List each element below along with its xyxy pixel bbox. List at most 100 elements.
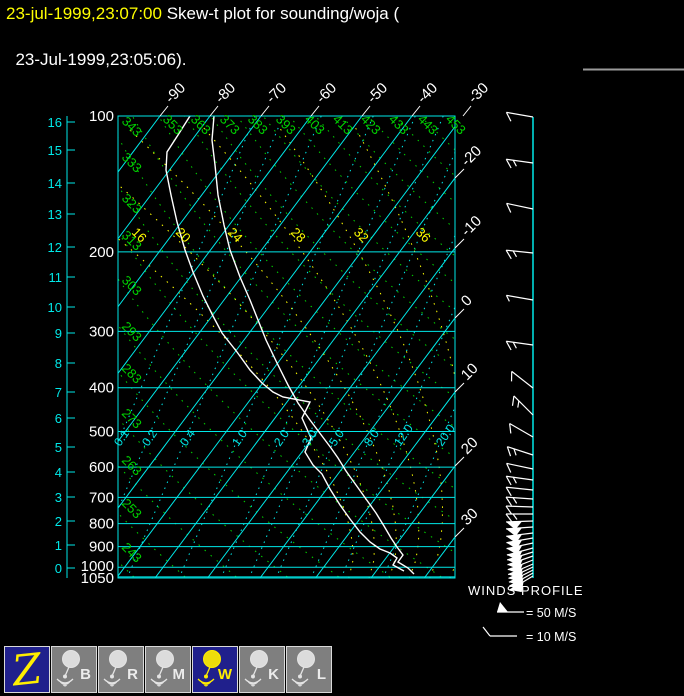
dry-adiabat-label: 403 xyxy=(302,112,328,138)
isotherm-top-label: -60 xyxy=(313,79,340,106)
dry-adiabat-line xyxy=(263,116,684,577)
dry-adiabat-label: 283 xyxy=(119,361,145,387)
isotherm-line xyxy=(260,116,607,578)
pressure-label: 1050 xyxy=(81,570,114,587)
dry-adiabat-label: 253 xyxy=(119,496,145,522)
dry-adiabat-label: 423 xyxy=(358,112,384,138)
toolbar-button-w[interactable]: W xyxy=(192,646,238,693)
pressure-label: 800 xyxy=(89,516,114,533)
moist-adiabat-label: 36 xyxy=(413,225,434,246)
dry-adiabat-label: 393 xyxy=(273,112,299,138)
isotherm-right-label: 20 xyxy=(458,434,482,458)
isotherm-top-label: -70 xyxy=(263,79,290,106)
dry-adiabat-line xyxy=(28,116,441,577)
height-label: 7 xyxy=(55,385,62,400)
moist-adiabat-line xyxy=(356,128,469,578)
dry-adiabat-line xyxy=(315,116,684,577)
isotherm-line xyxy=(371,116,684,578)
moist-adiabat-line xyxy=(0,128,353,578)
height-label: 5 xyxy=(55,440,62,455)
isotherm-line xyxy=(424,116,684,578)
height-label: 0 xyxy=(55,561,62,576)
mixing-ratio-label: 8.0 xyxy=(361,427,382,449)
mixing-ratio-label: 1.0 xyxy=(229,427,250,449)
isotherm-right-label: 30 xyxy=(458,505,482,529)
wind-barb xyxy=(505,295,533,305)
pressure-label: 700 xyxy=(89,489,114,506)
wind-barb xyxy=(505,203,533,216)
mixing-ratio-line xyxy=(249,116,443,578)
mixing-ratio-label: 0.4 xyxy=(177,427,198,449)
dry-adiabat-label: 373 xyxy=(217,112,243,138)
height-label: 12 xyxy=(48,240,62,255)
isotherm-top-label: -40 xyxy=(414,79,441,106)
dry-adiabat-label: 433 xyxy=(386,112,412,138)
pressure-label: 500 xyxy=(89,423,114,440)
toolbar-button-z[interactable]: Z xyxy=(4,646,50,693)
pressure-label: 400 xyxy=(89,380,114,397)
wind-barb xyxy=(505,341,533,353)
winds-profile-title: WINDS PROFILE xyxy=(468,583,584,598)
dry-adiabat-label: 343 xyxy=(119,114,145,140)
pressure-label: 100 xyxy=(89,108,114,125)
isotherm-right-tick xyxy=(455,383,464,392)
isotherm-right-label: -20 xyxy=(458,142,485,169)
dry-adiabat-line xyxy=(342,116,684,577)
height-label: 8 xyxy=(55,356,62,371)
toolbar-button-r[interactable]: R xyxy=(98,646,144,693)
dry-adiabat-label: 333 xyxy=(119,150,145,176)
wind-barb xyxy=(505,159,533,171)
isotherm-top-label: -50 xyxy=(364,79,391,106)
dry-adiabat-line xyxy=(289,116,684,577)
dry-adiabat-line xyxy=(394,116,684,577)
height-label: 16 xyxy=(48,115,62,130)
pressure-label: 600 xyxy=(89,459,114,476)
dry-adiabat-line xyxy=(237,116,684,577)
wind-barb xyxy=(508,396,533,421)
temperature-curve xyxy=(212,116,414,574)
mixing-ratio-label: 2.0 xyxy=(271,427,292,449)
mixing-ratio-label: 0.2 xyxy=(139,427,160,449)
moist-adiabat-label: 28 xyxy=(288,225,309,246)
moist-adiabat-label: 20 xyxy=(173,225,194,246)
isotherm-right-tick xyxy=(455,239,464,248)
pressure-label: 900 xyxy=(89,539,114,556)
toolbar-button-b[interactable]: B xyxy=(51,646,97,693)
station-letter: R xyxy=(127,666,138,683)
skewt-plot-canvas: 1002003004005006007008009001000105016151… xyxy=(0,0,684,645)
wind-barb xyxy=(505,447,533,463)
dry-adiabat-label: 413 xyxy=(330,112,356,138)
dry-adiabat-label: 243 xyxy=(119,540,145,566)
dry-adiabat-label: 353 xyxy=(160,112,186,138)
pressure-label: 300 xyxy=(89,323,114,340)
isotherm-top-tick xyxy=(261,106,269,116)
isotherm-line xyxy=(0,116,210,578)
wind-barb xyxy=(505,463,533,476)
dry-adiabat-line xyxy=(211,116,684,577)
toolbar-button-l[interactable]: L xyxy=(286,646,332,693)
isotherm-top-label: -80 xyxy=(212,79,239,106)
moist-adiabat-line xyxy=(204,128,419,578)
moist-adiabat-line xyxy=(128,128,396,578)
wind-barb xyxy=(505,112,533,125)
dry-adiabat-label: 453 xyxy=(443,112,469,138)
isotherm-right-label: 0 xyxy=(458,292,476,310)
isotherm-right-tick xyxy=(455,457,464,466)
isotherm-top-tick xyxy=(210,106,218,116)
legend-symbol-full xyxy=(483,627,517,636)
isotherm-right-label: -10 xyxy=(458,212,485,239)
isotherm-line xyxy=(316,116,663,578)
dry-adiabat-label: 383 xyxy=(245,112,271,138)
dry-adiabat-line xyxy=(80,116,544,577)
toolbar-button-m[interactable]: M xyxy=(145,646,191,693)
toolbar-button-k[interactable]: K xyxy=(239,646,285,693)
dry-adiabat-line xyxy=(368,116,684,577)
height-label: 1 xyxy=(55,538,62,553)
mixing-ratio-label: 20.0 xyxy=(433,421,458,448)
mixing-ratio-label: 12.0 xyxy=(391,421,416,448)
mixing-ratio-line xyxy=(179,116,373,578)
dry-adiabat-label: 263 xyxy=(119,453,145,479)
height-label: 13 xyxy=(48,207,62,222)
isotherm-top-label: -30 xyxy=(465,79,492,106)
legend-label: = 10 M/S xyxy=(526,630,576,644)
